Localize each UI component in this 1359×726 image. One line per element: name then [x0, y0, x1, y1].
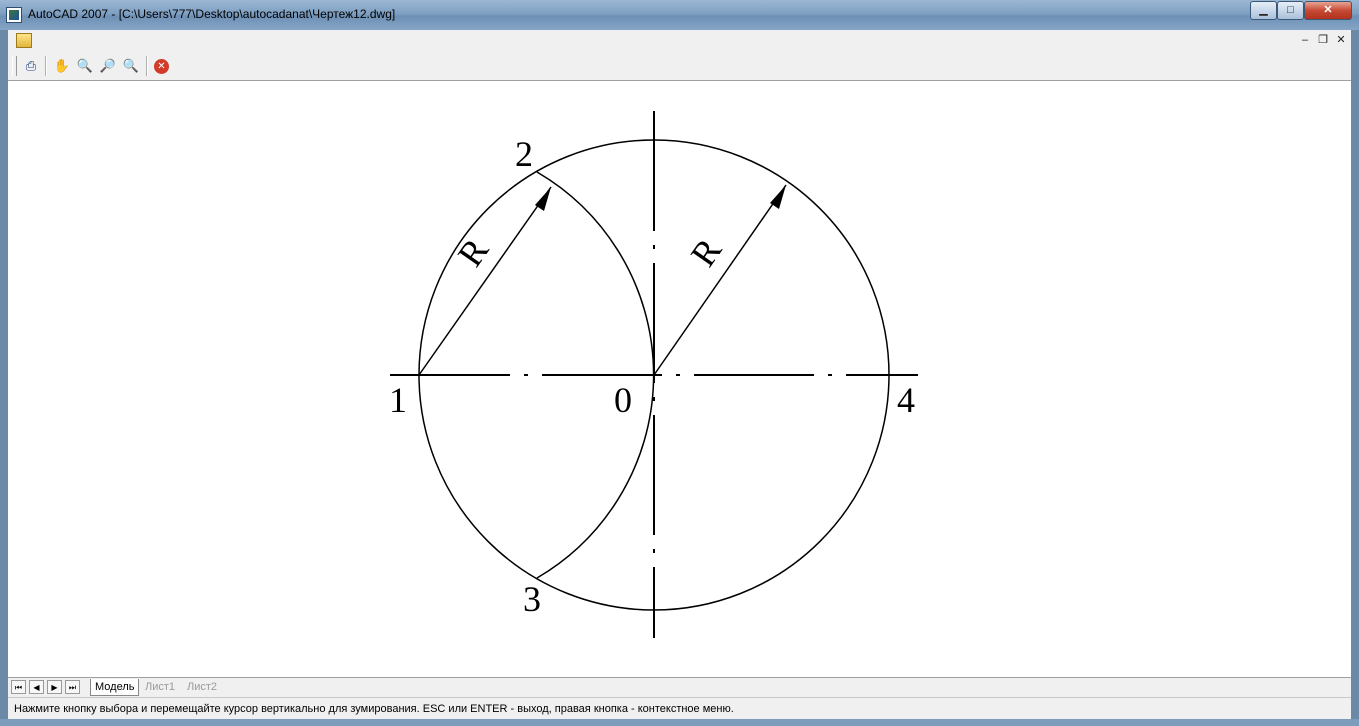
status-message: Нажмите кнопку выбора и перемещайте курс…: [14, 703, 734, 715]
autocad-app-icon[interactable]: [6, 7, 22, 23]
title-bar[interactable]: AutoCAD 2007 - [C:\Users\777\Desktop\aut…: [0, 0, 1359, 30]
drawing-canvas[interactable]: 1 2 3 4 0 R R: [8, 81, 1351, 677]
window-title: AutoCAD 2007 - [C:\Users\777\Desktop\aut…: [28, 7, 396, 21]
zoom-previous-icon[interactable]: 🔍: [122, 57, 140, 75]
label-point-3: 3: [523, 579, 541, 619]
close-button[interactable]: ✕: [1304, 1, 1352, 20]
label-point-1: 1: [389, 380, 407, 420]
zoom-window-icon[interactable]: 🔎: [99, 57, 117, 75]
status-bar: Нажмите кнопку выбора и перемещайте курс…: [8, 697, 1351, 720]
pan-icon[interactable]: ✋: [53, 57, 71, 75]
maximize-button[interactable]: □: [1277, 1, 1304, 20]
window-frame-bottom: [0, 719, 1359, 726]
zoom-realtime-icon[interactable]: 🔍: [76, 57, 94, 75]
print-icon[interactable]: ⎙: [22, 57, 40, 75]
label-center-0: 0: [614, 380, 632, 420]
toolbar-grip[interactable]: [12, 56, 17, 76]
last-tab-button[interactable]: ⏭: [65, 680, 80, 694]
toolbar-separator: [45, 56, 47, 76]
layout-tabs-bar: ⏮ ◀ ▶ ⏭ Модель Лист1 Лист2: [8, 677, 1351, 697]
doc-minimize-button[interactable]: –: [1297, 33, 1313, 48]
label-point-4: 4: [897, 380, 915, 420]
tab-sheet-1[interactable]: Лист1: [141, 679, 179, 695]
doc-close-button[interactable]: ✕: [1333, 33, 1349, 48]
label-point-2: 2: [515, 134, 533, 174]
close-preview-icon[interactable]: ✕: [154, 59, 169, 74]
minimize-button[interactable]: ▁: [1250, 1, 1277, 20]
toolbar-separator: [146, 56, 148, 76]
prev-tab-button[interactable]: ◀: [29, 680, 44, 694]
label-radius-left: R: [450, 231, 497, 274]
doc-restore-button[interactable]: ❐: [1315, 33, 1331, 48]
first-tab-button[interactable]: ⏮: [11, 680, 26, 694]
radius-line-right: [653, 184, 787, 376]
tab-model[interactable]: Модель: [90, 679, 140, 696]
drawing-svg: 1 2 3 4 0 R R: [389, 111, 918, 638]
document-menu-bar: – ❐ ✕: [8, 30, 1351, 53]
document-icon[interactable]: [16, 33, 32, 48]
preview-toolbar: ⎙ ✋ 🔍 🔎 🔍 ✕: [8, 52, 1351, 81]
next-tab-button[interactable]: ▶: [47, 680, 62, 694]
tab-sheet-2[interactable]: Лист2: [183, 679, 221, 695]
label-radius-right: R: [683, 231, 730, 274]
